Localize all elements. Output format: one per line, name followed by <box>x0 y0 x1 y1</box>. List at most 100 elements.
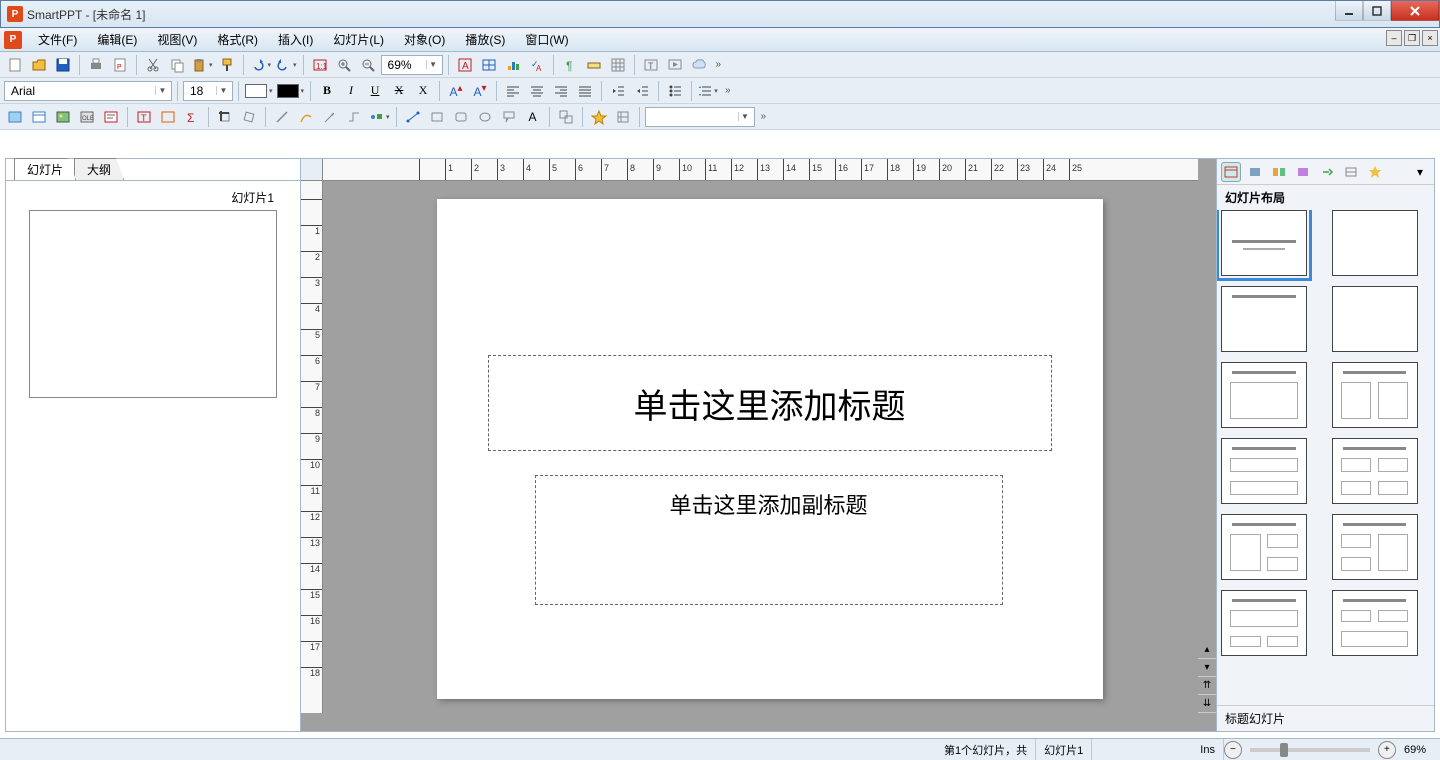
title-placeholder[interactable]: 单击这里添加标题 <box>488 355 1052 451</box>
layout-top-big[interactable] <box>1221 590 1307 656</box>
layout-bottom-big[interactable] <box>1332 590 1418 656</box>
star-button[interactable] <box>588 106 610 128</box>
task-tab-design[interactable] <box>1269 162 1289 182</box>
bold-button[interactable]: B <box>316 80 338 102</box>
menu-window[interactable]: 窗口(W) <box>515 28 578 51</box>
task-tab-star[interactable] <box>1365 162 1385 182</box>
menu-view[interactable]: 视图(V) <box>147 28 207 51</box>
decrease-indent-button[interactable] <box>607 80 629 102</box>
next-slide-button[interactable]: ▾ <box>1198 659 1216 677</box>
close-button[interactable] <box>1391 1 1439 21</box>
open-button[interactable] <box>28 54 50 76</box>
canvas-viewport[interactable]: 单击这里添加标题 单击这里添加副标题 <box>323 181 1216 731</box>
ruler-button[interactable] <box>583 54 605 76</box>
save-button[interactable] <box>52 54 74 76</box>
menu-insert[interactable]: 插入(I) <box>268 28 323 51</box>
line-tool-button[interactable] <box>271 106 293 128</box>
new-button[interactable] <box>4 54 26 76</box>
effects-button[interactable] <box>612 106 634 128</box>
toolbar-overflow-2[interactable]: » <box>721 85 735 96</box>
layout-four-content[interactable] <box>1332 438 1418 504</box>
increase-indent-button[interactable] <box>631 80 653 102</box>
font-color-frame-button[interactable]: A <box>454 54 476 76</box>
curve-tool-button[interactable] <box>295 106 317 128</box>
callout-button[interactable] <box>498 106 520 128</box>
paste-button[interactable] <box>190 54 214 76</box>
font-color-button[interactable] <box>276 80 306 102</box>
print-button[interactable] <box>85 54 107 76</box>
layout-right-big[interactable] <box>1332 514 1418 580</box>
thumbnail-list[interactable]: 幻灯片1 <box>6 181 300 731</box>
layout-left-big[interactable] <box>1221 514 1307 580</box>
image-button[interactable] <box>52 106 74 128</box>
menu-file[interactable]: 文件(F) <box>28 28 87 51</box>
tab-slides[interactable]: 幻灯片 <box>14 158 76 180</box>
slide[interactable]: 单击这里添加标题 单击这里添加副标题 <box>437 199 1103 699</box>
insert-table-button[interactable] <box>478 54 500 76</box>
minimize-button[interactable] <box>1335 1 1363 21</box>
copy-button[interactable] <box>166 54 188 76</box>
maximize-button[interactable] <box>1363 1 1391 21</box>
autoshape-button[interactable] <box>367 106 391 128</box>
style-combo[interactable]: ▼ <box>645 107 755 127</box>
zoom-combo[interactable]: 69%▼ <box>381 55 443 75</box>
ole-button[interactable]: OLE <box>76 106 98 128</box>
line-spacing-button[interactable] <box>697 80 719 102</box>
align-justify-button[interactable] <box>574 80 596 102</box>
export-pdf-button[interactable]: P <box>109 54 131 76</box>
mdi-minimize-button[interactable]: – <box>1386 30 1402 46</box>
task-tab-custom[interactable] <box>1341 162 1361 182</box>
font-size-combo[interactable]: 18▼ <box>183 81 233 101</box>
crop-button[interactable] <box>214 106 236 128</box>
menu-format[interactable]: 格式(R) <box>207 28 268 51</box>
align-center-button[interactable] <box>526 80 548 102</box>
task-tab-transition[interactable] <box>1317 162 1337 182</box>
layout-blank[interactable] <box>1332 210 1418 276</box>
format-paint-button[interactable] <box>216 54 238 76</box>
toolbar-overflow-3[interactable]: » <box>757 111 771 122</box>
slideshow-button[interactable] <box>664 54 686 76</box>
layout-comparison[interactable] <box>1221 438 1307 504</box>
paragraph-marks-button[interactable]: ¶ <box>559 54 581 76</box>
task-tab-master[interactable] <box>1245 162 1265 182</box>
layout-blank-2[interactable] <box>1332 286 1418 352</box>
textart-button[interactable]: A <box>522 106 544 128</box>
task-tab-animation[interactable] <box>1293 162 1313 182</box>
zoom-out-button[interactable] <box>357 54 379 76</box>
prev-slide-button[interactable]: ▴ <box>1198 641 1216 659</box>
align-right-button[interactable] <box>550 80 572 102</box>
shadow-button[interactable]: X <box>412 80 434 102</box>
task-tab-layout[interactable] <box>1221 162 1241 182</box>
align-left-button[interactable] <box>502 80 524 102</box>
prev-page-button[interactable]: ⇈ <box>1198 677 1216 695</box>
font-combo[interactable]: Arial▼ <box>4 81 172 101</box>
menu-slide[interactable]: 幻灯片(L) <box>323 28 394 51</box>
italic-button[interactable]: I <box>340 80 362 102</box>
rotate-button[interactable] <box>238 106 260 128</box>
group-button[interactable] <box>555 106 577 128</box>
layout-content[interactable] <box>1221 362 1307 428</box>
textbox-icon-button[interactable] <box>100 106 122 128</box>
ellipse-button[interactable] <box>474 106 496 128</box>
insert-math-button[interactable]: Σ <box>181 106 203 128</box>
mdi-restore-button[interactable]: ❐ <box>1404 30 1420 46</box>
menu-edit[interactable]: 编辑(E) <box>87 28 147 51</box>
cloud-button[interactable] <box>688 54 710 76</box>
mdi-close-button[interactable]: × <box>1422 30 1438 46</box>
zoom-out-status-button[interactable]: − <box>1224 741 1242 759</box>
connector-straight-button[interactable] <box>402 106 424 128</box>
spellcheck-button[interactable]: ✓A <box>526 54 548 76</box>
decrease-font-button[interactable]: A▾ <box>469 80 491 102</box>
insert-slide-button[interactable] <box>4 106 26 128</box>
increase-font-button[interactable]: A▴ <box>445 80 467 102</box>
task-pane-menu[interactable]: ▾ <box>1410 162 1430 182</box>
bullets-button[interactable] <box>664 80 686 102</box>
redo-button[interactable] <box>274 54 298 76</box>
undo-button[interactable] <box>249 54 273 76</box>
toolbar-overflow[interactable]: » <box>712 59 726 70</box>
layout-button[interactable] <box>28 106 50 128</box>
rectangle-button[interactable] <box>426 106 448 128</box>
next-page-button[interactable]: ⇊ <box>1198 695 1216 713</box>
tab-outline[interactable]: 大纲 <box>74 158 124 180</box>
subtitle-placeholder[interactable]: 单击这里添加副标题 <box>535 475 1003 605</box>
